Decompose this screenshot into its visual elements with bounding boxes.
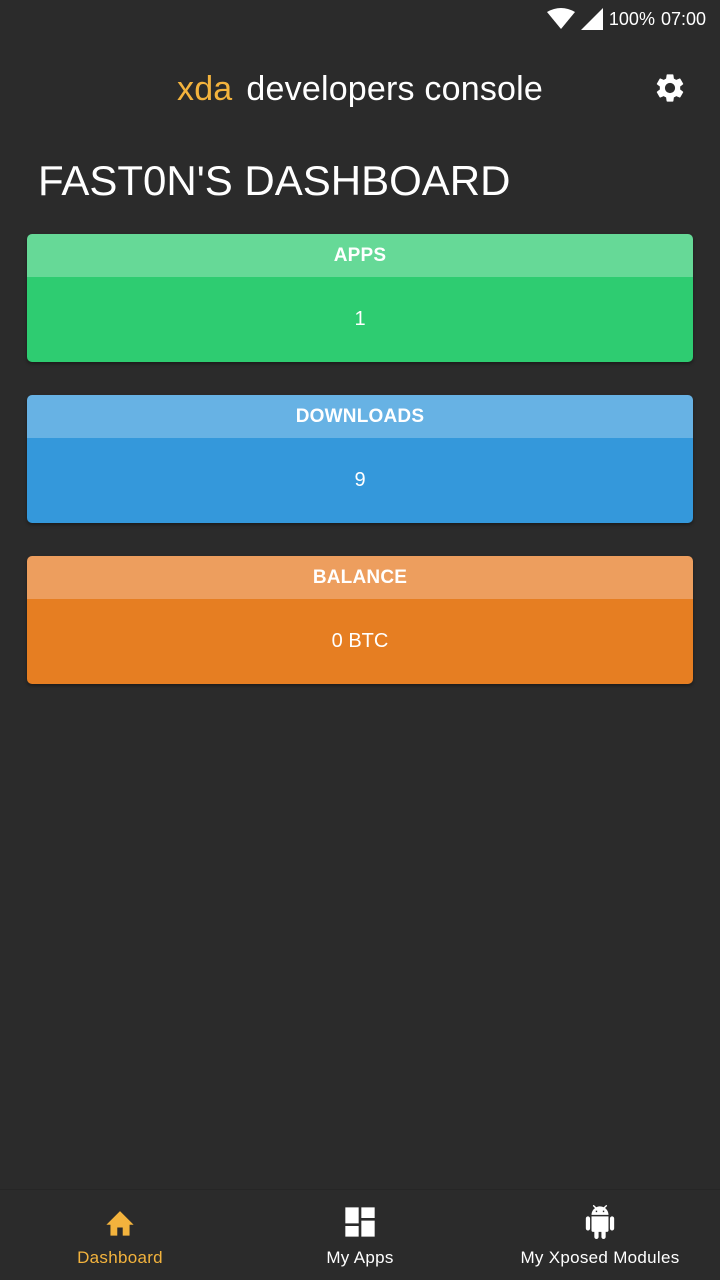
android-icon xyxy=(582,1204,618,1240)
downloads-card[interactable]: DOWNLOADS 9 xyxy=(27,395,693,523)
apps-card-value: 1 xyxy=(27,277,693,362)
apps-card[interactable]: APPS 1 xyxy=(27,234,693,362)
nav-label-dashboard: Dashboard xyxy=(77,1248,163,1267)
nav-label-my-xposed-modules: My Xposed Modules xyxy=(520,1248,680,1267)
dashboard-grid-icon xyxy=(342,1204,378,1240)
nav-item-dashboard[interactable]: Dashboard xyxy=(0,1190,240,1280)
app-title: xda developers console xyxy=(0,66,720,112)
balance-card[interactable]: BALANCE 0 BTC xyxy=(27,556,693,684)
brand-logo-text: xda xyxy=(177,70,233,108)
status-indicators: 100% 07:00 xyxy=(546,8,706,30)
wifi-icon xyxy=(546,8,575,30)
nav-item-my-apps[interactable]: My Apps xyxy=(240,1190,480,1280)
battery-text: 100% xyxy=(608,8,655,29)
apps-card-header: APPS xyxy=(27,234,693,277)
page-title: FAST0N'S DASHBOARD xyxy=(38,157,511,204)
downloads-card-value: 9 xyxy=(27,438,693,523)
status-bar: 100% 07:00 xyxy=(0,0,720,40)
settings-button[interactable] xyxy=(650,70,690,110)
cell-signal-icon xyxy=(580,8,603,30)
downloads-card-header: DOWNLOADS xyxy=(27,395,693,438)
gear-icon xyxy=(653,71,687,110)
bottom-navigation: Dashboard My Apps My Xposed Modules xyxy=(0,1189,720,1280)
nav-label-my-apps: My Apps xyxy=(326,1248,394,1267)
balance-card-value: 0 BTC xyxy=(27,599,693,684)
home-icon xyxy=(102,1204,138,1240)
balance-card-header: BALANCE xyxy=(27,556,693,599)
app-title-text: developers console xyxy=(246,70,543,108)
clock-text: 07:00 xyxy=(660,8,706,29)
nav-item-my-xposed-modules[interactable]: My Xposed Modules xyxy=(480,1190,720,1280)
